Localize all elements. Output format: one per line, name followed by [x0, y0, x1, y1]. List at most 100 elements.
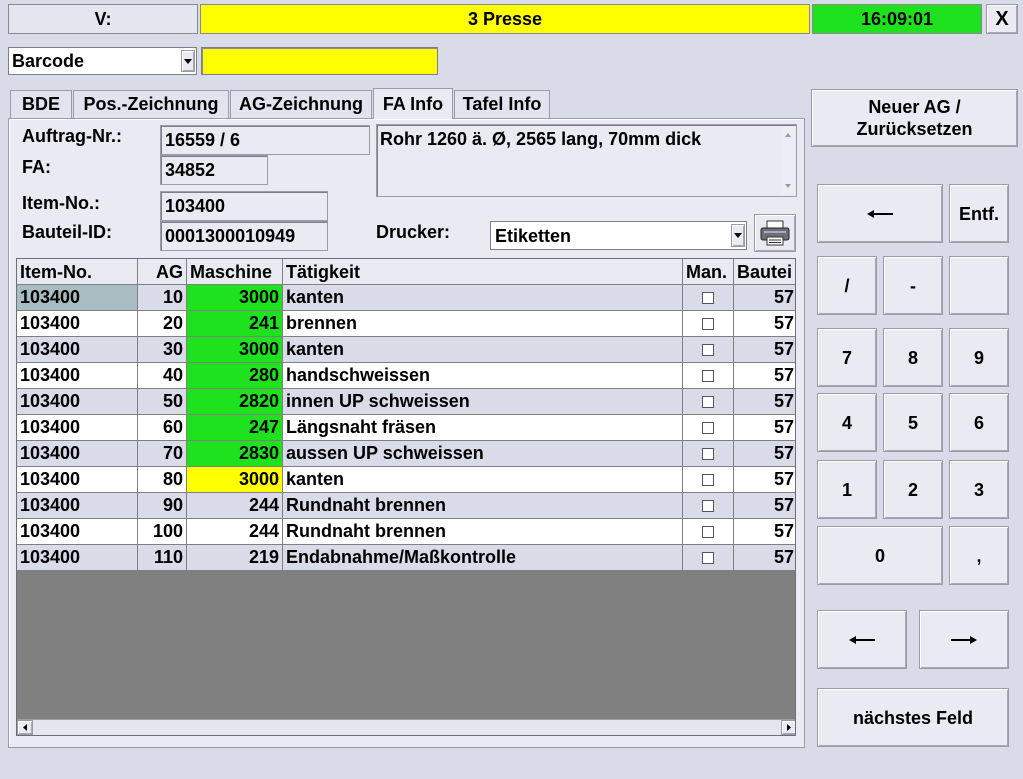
cell-man[interactable] — [683, 415, 734, 441]
scan-mode-value: Barcode — [12, 51, 85, 71]
cell-maschine: 3000 — [187, 467, 283, 493]
col-item-no[interactable]: Item-No. — [17, 259, 138, 285]
cell-taetigkeit: handschweissen — [283, 363, 683, 389]
cursor-right-button[interactable] — [919, 610, 1009, 669]
cell-maschine-text: 241 — [248, 313, 279, 333]
cell-ag: 90 — [138, 493, 187, 519]
delete-button[interactable]: Entf. — [949, 184, 1009, 243]
table-row[interactable]: 103400 30 3000 kanten 57 — [17, 337, 795, 363]
cursor-left-button[interactable] — [817, 610, 907, 669]
col-bauteil[interactable]: Bautei — [734, 259, 795, 285]
tab-fa-info[interactable]: FA Info — [373, 88, 453, 119]
table-row[interactable]: 103400 60 247 Längsnaht fräsen 57 — [17, 415, 795, 441]
cell-man[interactable] — [683, 441, 734, 467]
chevron-down-icon[interactable] — [181, 50, 195, 72]
next-field-button[interactable]: nächstes Feld — [817, 688, 1009, 747]
cell-man[interactable] — [683, 285, 734, 311]
key-1[interactable]: 1 — [817, 460, 877, 519]
print-button[interactable] — [754, 214, 796, 252]
cell-item: 103400 — [17, 415, 138, 441]
key-7[interactable]: 7 — [817, 328, 877, 387]
close-button[interactable]: X — [986, 4, 1018, 34]
description-text: Rohr 1260 ä. Ø, 2565 lang, 70mm dick — [380, 129, 702, 149]
manual-checkbox[interactable] — [702, 447, 714, 460]
key-slash[interactable]: / — [817, 256, 877, 315]
key-5[interactable]: 5 — [883, 393, 943, 452]
tab-ag-zeichnung[interactable]: AG-Zeichnung — [230, 90, 372, 118]
tab-bde[interactable]: BDE — [10, 90, 72, 118]
key-minus[interactable]: - — [883, 256, 943, 315]
manual-checkbox[interactable] — [702, 499, 714, 512]
scroll-left-button[interactable] — [17, 720, 33, 735]
key-2-label: 2 — [907, 479, 918, 500]
table-row[interactable]: 103400 50 2820 innen UP schweissen 57 — [17, 389, 795, 415]
manual-checkbox[interactable] — [702, 395, 714, 408]
item-value: 103400 — [165, 195, 226, 216]
cell-man[interactable] — [683, 519, 734, 545]
cell-maschine-text: 2830 — [238, 443, 279, 463]
manual-checkbox[interactable] — [702, 525, 714, 538]
cell-maschine-text: 219 — [248, 547, 279, 567]
key-6[interactable]: 6 — [949, 393, 1009, 452]
col-ag[interactable]: AG — [138, 259, 187, 285]
col-ag-label: AG — [156, 261, 183, 282]
cell-ag: 100 — [138, 519, 187, 545]
key-2[interactable]: 2 — [883, 460, 943, 519]
key-comma[interactable]: , — [949, 526, 1009, 585]
manual-checkbox[interactable] — [702, 369, 714, 382]
cell-man[interactable] — [683, 311, 734, 337]
table-row[interactable]: 103400 80 3000 kanten 57 — [17, 467, 795, 493]
cell-man[interactable] — [683, 363, 734, 389]
backspace-button[interactable] — [817, 184, 943, 243]
table-row[interactable]: 103400 20 241 brennen 57 — [17, 311, 795, 337]
tab-tafel-info[interactable]: Tafel Info — [454, 90, 550, 118]
table-hscrollbar[interactable] — [17, 719, 795, 735]
table-row[interactable]: 103400 10 3000 kanten 57 — [17, 285, 795, 311]
cell-item: 103400 — [17, 519, 138, 545]
col-man[interactable]: Man. — [683, 259, 734, 285]
table-row[interactable]: 103400 110 219 Endabnahme/Maßkontrolle 57 — [17, 545, 795, 571]
cell-man[interactable] — [683, 337, 734, 363]
description-scrollbar[interactable] — [781, 126, 795, 195]
manual-checkbox[interactable] — [702, 421, 714, 434]
key-comma-label: , — [976, 545, 982, 566]
tab-pos-zeichnung-label: Pos.-Zeichnung — [83, 94, 219, 114]
cell-maschine: 3000 — [187, 285, 283, 311]
scroll-right-button[interactable] — [781, 720, 795, 735]
cell-maschine-text: 3000 — [238, 339, 279, 359]
scroll-up-icon[interactable] — [785, 133, 791, 137]
key-3[interactable]: 3 — [949, 460, 1009, 519]
col-maschine[interactable]: Maschine — [187, 259, 283, 285]
scan-mode-select[interactable]: Barcode — [8, 47, 197, 75]
table-row[interactable]: 103400 70 2830 aussen UP schweissen 57 — [17, 441, 795, 467]
fa-value: 34852 — [165, 159, 216, 180]
key-blank[interactable] — [949, 256, 1009, 315]
key-9[interactable]: 9 — [949, 328, 1009, 387]
manual-checkbox[interactable] — [702, 343, 714, 356]
table-row[interactable]: 103400 100 244 Rundnaht brennen 57 — [17, 519, 795, 545]
cell-man[interactable] — [683, 545, 734, 571]
manual-checkbox[interactable] — [702, 291, 714, 304]
table-row[interactable]: 103400 90 244 Rundnaht brennen 57 — [17, 493, 795, 519]
manual-checkbox[interactable] — [702, 317, 714, 330]
printer-select[interactable]: Etiketten — [490, 221, 747, 250]
new-ag-reset-button[interactable]: Neuer AG / Zurücksetzen — [811, 89, 1018, 147]
cell-maschine-text: 2820 — [238, 391, 279, 411]
cell-ag: 20 — [138, 311, 187, 337]
manual-checkbox[interactable] — [702, 551, 714, 564]
scroll-down-icon[interactable] — [785, 184, 791, 188]
col-taetigkeit[interactable]: Tätigkeit — [283, 259, 683, 285]
clock: 16:09:01 — [812, 4, 982, 34]
cell-man[interactable] — [683, 389, 734, 415]
cell-man[interactable] — [683, 467, 734, 493]
chevron-down-icon[interactable] — [731, 224, 745, 247]
manual-checkbox[interactable] — [702, 473, 714, 486]
key-4[interactable]: 4 — [817, 393, 877, 452]
tab-pos-zeichnung[interactable]: Pos.-Zeichnung — [73, 90, 229, 118]
key-8[interactable]: 8 — [883, 328, 943, 387]
cell-man[interactable] — [683, 493, 734, 519]
barcode-input[interactable] — [201, 47, 438, 75]
key-0[interactable]: 0 — [817, 526, 943, 585]
description-textarea[interactable]: Rohr 1260 ä. Ø, 2565 lang, 70mm dick — [376, 124, 797, 197]
table-row[interactable]: 103400 40 280 handschweissen 57 — [17, 363, 795, 389]
